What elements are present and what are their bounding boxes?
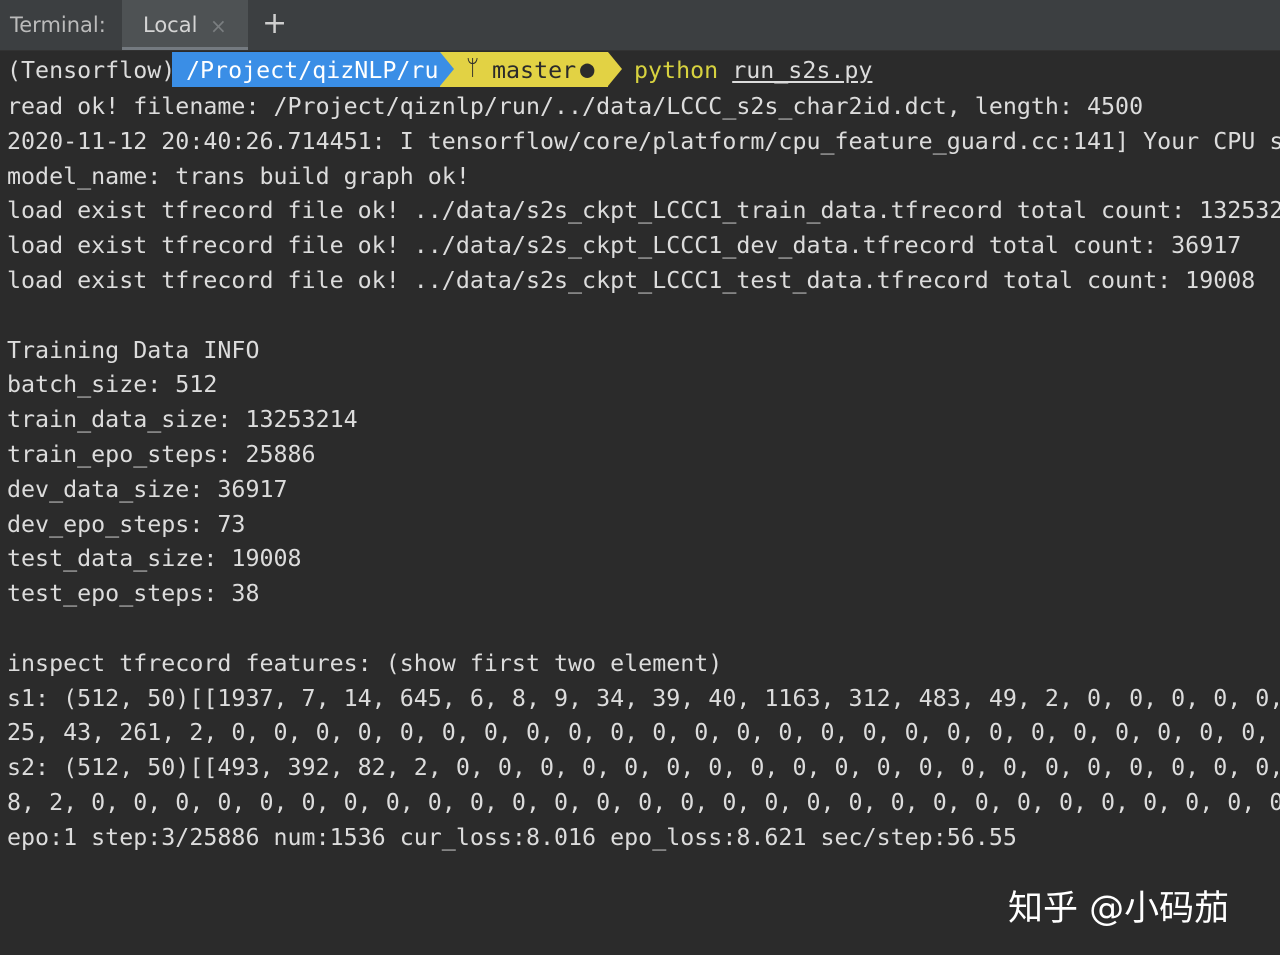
output-line: dev_data_size: 36917 <box>7 475 288 503</box>
output-line: Training Data INFO <box>7 336 260 364</box>
prompt-git-segment: ᛘ master ● <box>440 52 608 87</box>
output-line: s1: (512, 50)[[1937, 7, 14, 645, 6, 8, 9… <box>7 684 1280 712</box>
output-line: 8, 2, 0, 0, 0, 0, 0, 0, 0, 0, 0, 0, 0, 0… <box>7 789 1280 816</box>
tab-local-label: Local <box>143 13 198 37</box>
git-dirty-indicator: ● <box>580 55 595 83</box>
command-name: python <box>634 57 719 84</box>
output-line: test_data_size: 19008 <box>7 545 302 573</box>
shell-prompt: (Tensorflow) /Project/qizNLP/run ᛘ maste… <box>0 51 1280 87</box>
close-icon[interactable]: × <box>210 14 227 38</box>
output-line: read ok! filename: /Project/qiznlp/run/.… <box>7 93 1144 120</box>
output-line: 25, 43, 261, 2, 0, 0, 0, 0, 0, 0, 0, 0, … <box>7 719 1280 747</box>
output-line: load exist tfrecord file ok! ../data/s2s… <box>7 197 1280 225</box>
output-line: epo:1 step:3/25886 num:1536 cur_loss:8.0… <box>7 823 1017 851</box>
prompt-path-segment: /Project/qizNLP/run <box>172 52 453 87</box>
add-tab-icon[interactable]: + <box>262 6 287 41</box>
git-branch-icon: ᛘ <box>466 56 480 81</box>
output-line: load exist tfrecord file ok! ../data/s2s… <box>7 267 1256 294</box>
output-line: s2: (512, 50)[[493, 392, 82, 2, 0, 0, 0,… <box>7 754 1280 782</box>
output-line: load exist tfrecord file ok! ../data/s2s… <box>7 232 1242 260</box>
terminal-tab-bar: Terminal: Local × + <box>0 0 1280 51</box>
output-line: 2020-11-12 20:40:26.714451: I tensorflow… <box>7 127 1280 155</box>
tab-local[interactable]: Local × <box>122 0 248 50</box>
terminal-output[interactable]: (Tensorflow) /Project/qizNLP/run ᛘ maste… <box>0 50 1280 955</box>
watermark: 知乎 @小码茄 <box>1008 889 1230 929</box>
output-line: test_epo_steps: 38 <box>7 580 260 608</box>
output-line: model_name: trans build graph ok! <box>7 162 470 190</box>
output-line: dev_epo_steps: 73 <box>7 510 246 538</box>
command-argument-link[interactable]: run_s2s.py <box>732 57 872 84</box>
git-branch-name: master <box>492 57 577 84</box>
output-line: train_epo_steps: 25886 <box>7 441 316 468</box>
virtualenv-label: (Tensorflow) <box>7 57 176 84</box>
current-directory: /Project/qizNLP/run <box>186 57 453 84</box>
prompt-separator-arrow <box>440 52 454 86</box>
output-line: train_data_size: 13253214 <box>7 406 358 434</box>
terminal-panel-title: Terminal: <box>10 13 106 37</box>
prompt-separator-arrow <box>608 52 622 86</box>
output-line: batch_size: 512 <box>7 371 218 399</box>
output-line: inspect tfrecord features: (show first t… <box>7 649 723 677</box>
typed-command: python run_s2s.py <box>634 57 872 84</box>
